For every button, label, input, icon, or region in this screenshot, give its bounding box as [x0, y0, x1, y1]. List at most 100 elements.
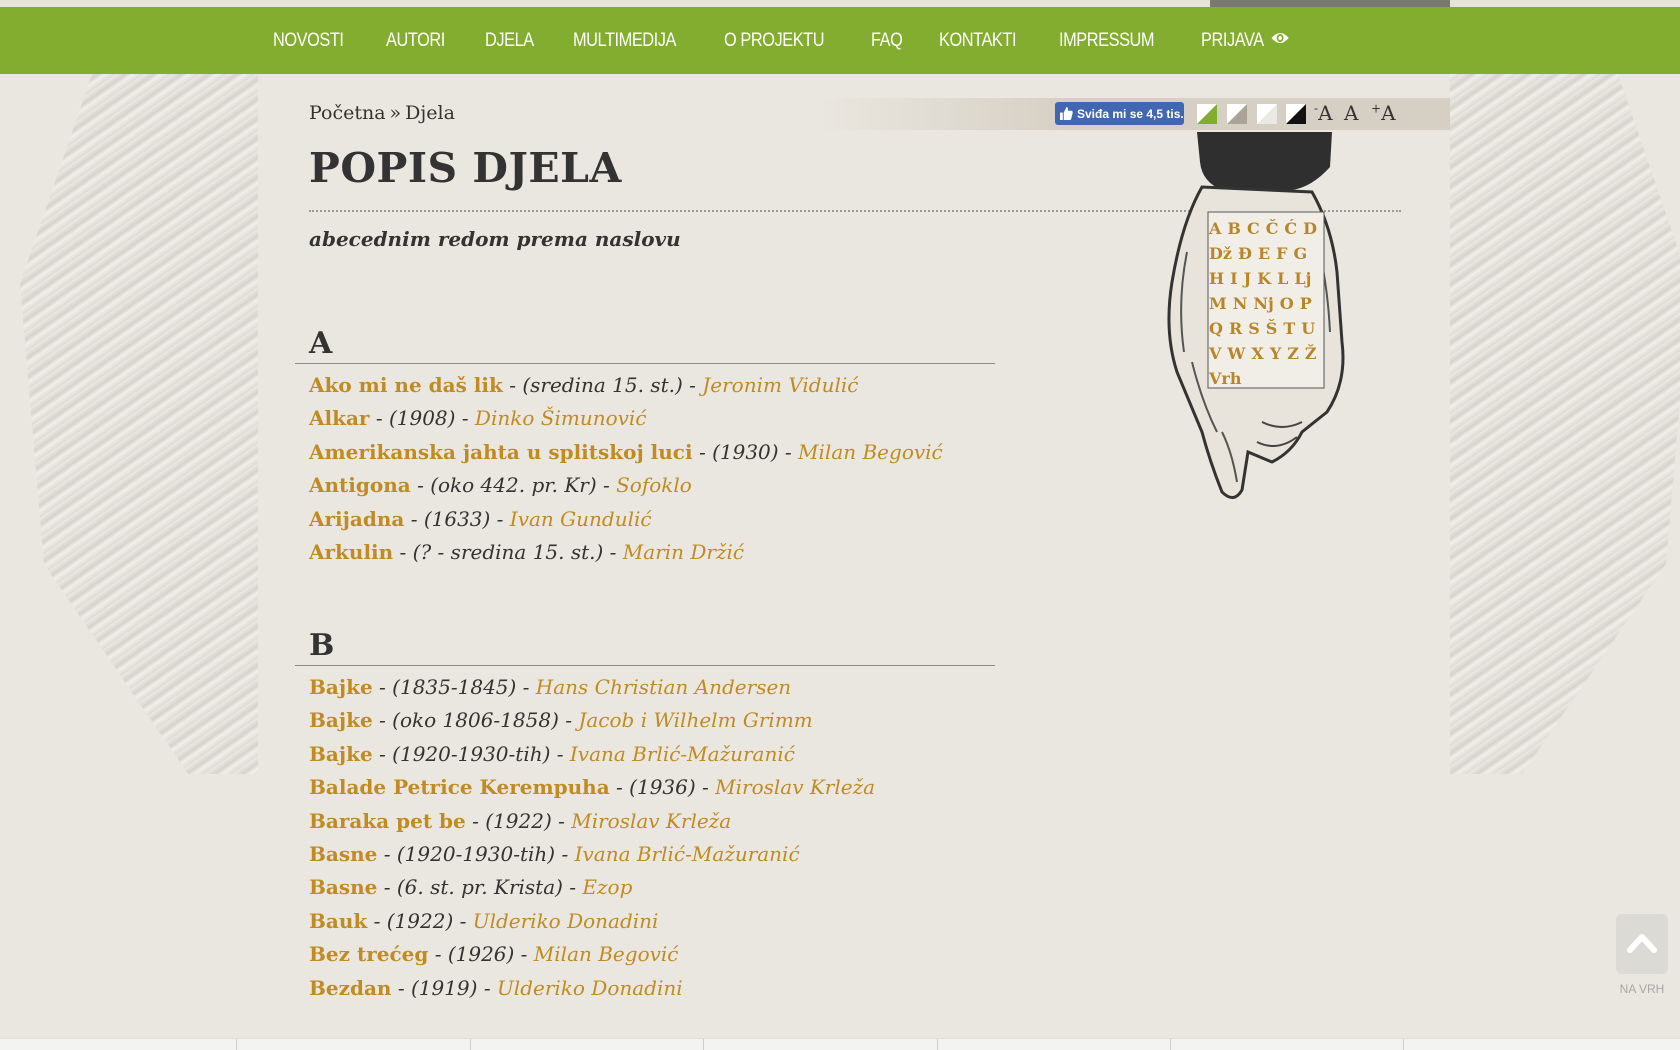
- alphabet-link[interactable]: T: [1283, 319, 1295, 338]
- work-date: - (1926) -: [428, 942, 534, 967]
- alphabet-link[interactable]: Vrh: [1209, 369, 1241, 388]
- alphabet-link[interactable]: L: [1277, 269, 1288, 288]
- author-link[interactable]: Ivana Brlić-Mažuranić: [575, 842, 800, 866]
- author-link[interactable]: Dinko Šimunović: [475, 406, 647, 430]
- work-title-link[interactable]: Balade Petrice Kerempuha: [309, 775, 610, 799]
- nav-multimedija[interactable]: MULTIMEDIJA: [573, 30, 676, 52]
- work-title-link[interactable]: Bez trećeg: [309, 942, 428, 966]
- work-title-link[interactable]: Antigona: [309, 473, 411, 497]
- alphabet-row: M N Nj O P: [1209, 291, 1319, 316]
- author-link[interactable]: Milan Begović: [798, 440, 943, 464]
- nav-faq[interactable]: FAQ: [871, 30, 903, 52]
- alphabet-link[interactable]: Ć: [1284, 219, 1297, 238]
- list-item: Balade Petrice Kerempuha - (1936) - Miro…: [295, 771, 995, 804]
- nav-prijava[interactable]: PRIJAVA: [1201, 30, 1289, 52]
- work-title-link[interactable]: Arijadna: [309, 507, 404, 531]
- alphabet-link[interactable]: W: [1227, 344, 1245, 363]
- nav-prijava-label: PRIJAVA: [1200, 29, 1263, 51]
- theme-green-switch[interactable]: [1197, 104, 1217, 124]
- work-title-link[interactable]: Arkulin: [309, 540, 393, 564]
- author-link[interactable]: Ulderiko Donadini: [497, 976, 683, 1000]
- alphabet-link[interactable]: E: [1258, 244, 1270, 263]
- alphabet-link[interactable]: Nj: [1253, 294, 1273, 313]
- work-title-link[interactable]: Alkar: [309, 406, 369, 430]
- alphabet-link[interactable]: R: [1229, 319, 1242, 338]
- alphabet-link[interactable]: Đ: [1238, 244, 1252, 263]
- alphabet-link[interactable]: F: [1276, 244, 1287, 263]
- page-subtitle: abecednim redom prema naslovu: [309, 227, 681, 251]
- list-item: Ako mi ne daš lik - (sredina 15. st.) - …: [295, 369, 995, 402]
- alphabet-link[interactable]: G: [1294, 244, 1308, 263]
- alphabet-link[interactable]: Š: [1266, 319, 1278, 338]
- alphabet-link[interactable]: Y: [1270, 344, 1281, 363]
- nav-o-projektu[interactable]: O PROJEKTU: [724, 30, 825, 52]
- alphabet-link[interactable]: N: [1233, 294, 1248, 313]
- author-link[interactable]: Ulderiko Donadini: [473, 909, 659, 933]
- alphabet-link[interactable]: Lj: [1294, 269, 1311, 288]
- work-date: - (1835-1845) -: [372, 675, 536, 699]
- alphabet-row: Vrh: [1209, 366, 1319, 391]
- work-title-link[interactable]: Bajke: [309, 742, 373, 766]
- nav-novosti[interactable]: NOVOSTI: [273, 30, 344, 52]
- author-link[interactable]: Sofoklo: [616, 473, 692, 497]
- work-date: - (6. st. pr. Krista) -: [377, 875, 583, 900]
- alphabet-link[interactable]: D: [1303, 219, 1317, 238]
- font-increase-button[interactable]: +A: [1371, 101, 1396, 125]
- alphabet-link[interactable]: I: [1230, 269, 1237, 288]
- author-link[interactable]: Jacob i Wilhelm Grimm: [578, 708, 812, 732]
- author-link[interactable]: Jeronim Vidulić: [702, 373, 858, 397]
- theme-black-switch[interactable]: [1286, 104, 1306, 124]
- alphabet-link[interactable]: Dž: [1209, 244, 1232, 263]
- alphabet-link[interactable]: V: [1209, 344, 1221, 363]
- work-title-link[interactable]: Bauk: [309, 909, 367, 933]
- facebook-like-button[interactable]: Sviđa mi se 4,5 tis.: [1055, 102, 1184, 125]
- alphabet-link[interactable]: C: [1247, 219, 1260, 238]
- author-link[interactable]: Miroslav Krleža: [571, 809, 731, 833]
- section-letter-heading: B: [295, 626, 995, 666]
- list-item: Antigona - (oko 442. pr. Kr) - Sofoklo: [295, 469, 995, 502]
- alphabet-link[interactable]: S: [1248, 319, 1260, 338]
- alphabet-link[interactable]: B: [1227, 219, 1241, 238]
- list-item: Basne - (6. st. pr. Krista) - Ezop: [295, 871, 995, 904]
- work-title-link[interactable]: Amerikanska jahta u splitskoj luci: [309, 440, 693, 464]
- alphabet-link[interactable]: Z: [1287, 344, 1299, 363]
- work-title-link[interactable]: Bajke: [309, 675, 373, 699]
- nav-impressum[interactable]: IMPRESSUM: [1059, 30, 1155, 52]
- alphabet-link[interactable]: Q: [1209, 319, 1223, 338]
- breadcrumb: Početna» Djela: [309, 102, 455, 124]
- alphabet-link[interactable]: Č: [1266, 219, 1279, 238]
- nav-djela[interactable]: DJELA: [485, 30, 534, 52]
- author-link[interactable]: Milan Begović: [534, 942, 679, 966]
- alphabet-link[interactable]: A: [1209, 219, 1221, 238]
- work-title-link[interactable]: Baraka pet be: [309, 809, 466, 833]
- theme-white-switch[interactable]: [1257, 104, 1277, 124]
- author-link[interactable]: Miroslav Krleža: [715, 775, 875, 799]
- alphabet-link[interactable]: U: [1301, 319, 1315, 338]
- nav-kontakti[interactable]: KONTAKTI: [939, 30, 1016, 52]
- alphabet-link[interactable]: J: [1244, 269, 1252, 288]
- alphabet-link[interactable]: M: [1209, 294, 1227, 313]
- author-link[interactable]: Ivana Brlić-Mažuranić: [570, 742, 795, 766]
- font-normal-button[interactable]: A: [1344, 101, 1358, 125]
- font-decrease-button[interactable]: -A: [1314, 101, 1333, 125]
- author-link[interactable]: Ivan Gundulić: [510, 507, 652, 531]
- author-link[interactable]: Hans Christian Andersen: [536, 675, 791, 699]
- list-item: Bajke - (1920-1930-tih) - Ivana Brlić-Ma…: [295, 738, 995, 771]
- work-title-link[interactable]: Ako mi ne daš lik: [309, 373, 503, 397]
- nav-autori[interactable]: AUTORI: [386, 30, 445, 52]
- alphabet-link[interactable]: O: [1280, 294, 1294, 313]
- alphabet-link[interactable]: Ž: [1305, 344, 1317, 363]
- breadcrumb-home[interactable]: Početna: [309, 102, 386, 124]
- author-link[interactable]: Marin Držić: [623, 540, 744, 564]
- alphabet-link[interactable]: X: [1251, 344, 1263, 363]
- work-title-link[interactable]: Bajke: [309, 708, 373, 732]
- work-title-link[interactable]: Bezdan: [309, 976, 391, 1000]
- work-title-link[interactable]: Basne: [309, 842, 377, 866]
- alphabet-link[interactable]: H: [1209, 269, 1224, 288]
- alphabet-link[interactable]: K: [1257, 269, 1271, 288]
- alphabet-link[interactable]: P: [1300, 294, 1312, 313]
- author-link[interactable]: Ezop: [582, 875, 632, 899]
- back-to-top-button[interactable]: [1616, 914, 1668, 974]
- work-title-link[interactable]: Basne: [309, 875, 377, 899]
- theme-beige-switch[interactable]: [1227, 104, 1247, 124]
